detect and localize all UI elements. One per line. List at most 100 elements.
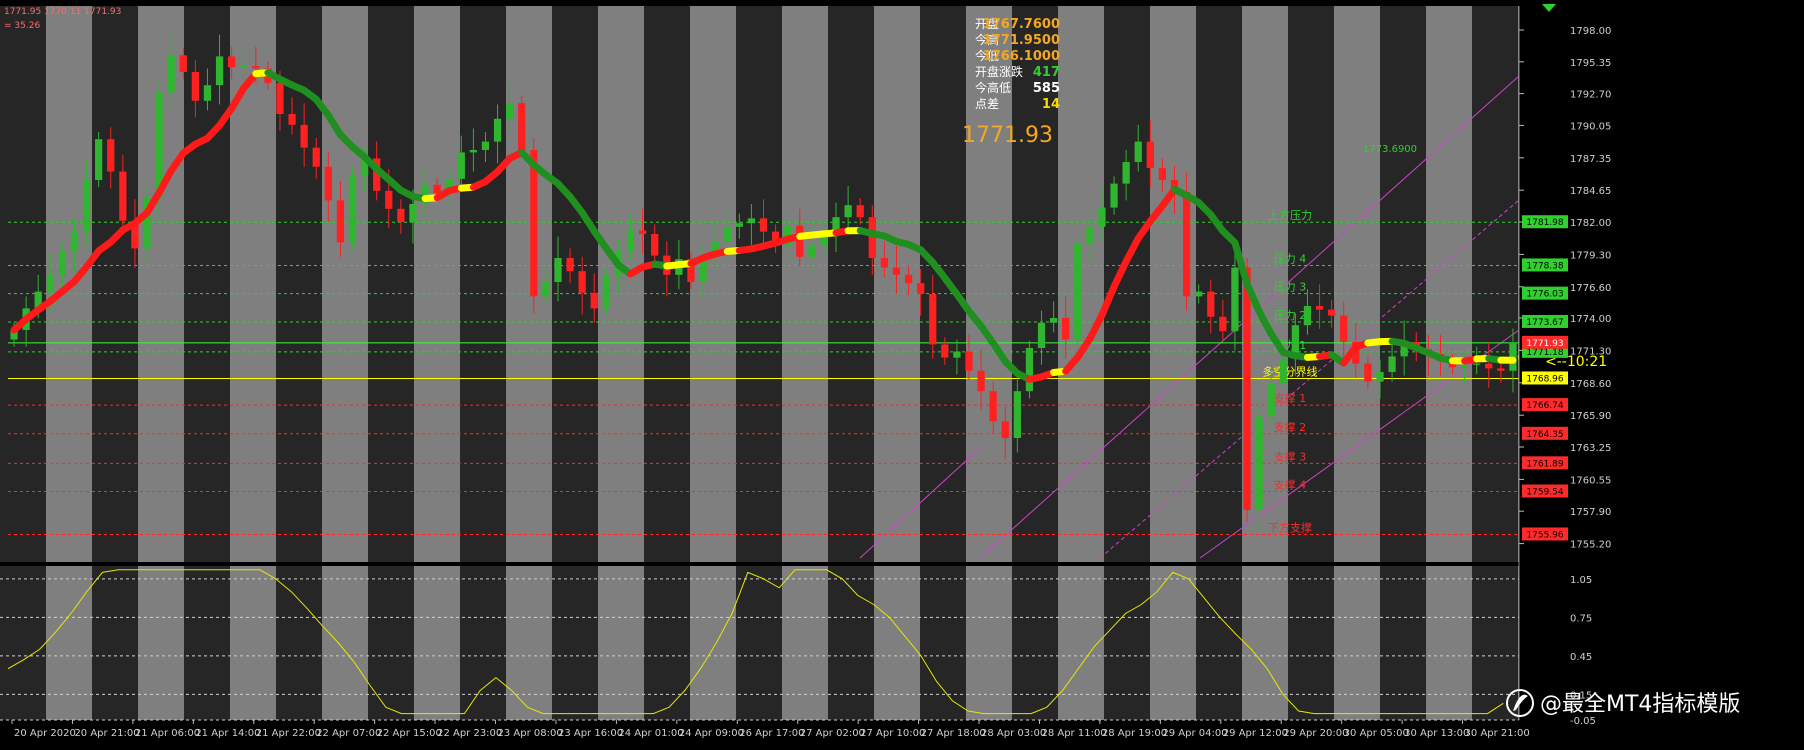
x-tick-label: 28 Apr 11:00 [1041, 728, 1106, 739]
candle-body [941, 344, 949, 358]
price-chart[interactable]: 上方压力 1781.98 压力 4 1778.38 压力 3 1776.03 压力 2 177… [0, 0, 1804, 750]
level-price-tag-text: 1761.89 [1526, 459, 1563, 469]
candle-body [1122, 162, 1130, 184]
candle-body [228, 56, 236, 68]
candle-body [578, 271, 586, 293]
session-band [782, 6, 828, 720]
candle-body [929, 294, 937, 345]
candle-body [1303, 306, 1312, 326]
candle-body [735, 223, 743, 227]
y-tick-label: 1790.05 [1570, 121, 1611, 132]
candle-body [796, 225, 804, 257]
candle-body [1025, 348, 1034, 392]
x-tick-label: 29 Apr 20:00 [1283, 728, 1348, 739]
candle-body [844, 205, 852, 218]
level-price-tag-text: 1755.96 [1526, 530, 1563, 540]
y-tick-label: 1774.00 [1570, 314, 1611, 325]
candle-body [953, 351, 961, 358]
session-band [1012, 6, 1058, 720]
session-band [46, 6, 92, 720]
candle-body [1195, 291, 1203, 297]
candle-body [759, 218, 768, 232]
candle-body [1146, 141, 1154, 168]
candle-body [481, 141, 490, 150]
panel-divider [0, 562, 1519, 566]
candle-body [651, 234, 659, 256]
candle-body [324, 166, 332, 201]
y-tick-label: 1760.55 [1570, 475, 1611, 486]
candle-body [397, 208, 405, 222]
session-band [460, 6, 506, 720]
session-band [368, 6, 414, 720]
y-tick-label: 1779.30 [1570, 250, 1611, 261]
candle-body [493, 118, 502, 142]
sub-y-label: -0.05 [1570, 716, 1596, 727]
x-tick-label: 28 Apr 03:00 [981, 728, 1046, 739]
x-tick-label: 29 Apr 12:00 [1223, 728, 1288, 739]
candle-body [1182, 192, 1191, 297]
candle-body [1001, 421, 1009, 438]
candle-body [1473, 363, 1481, 365]
candle-body [1098, 207, 1106, 227]
candle-body [240, 66, 248, 68]
candle-body [70, 231, 79, 252]
level-price-tag-text: 1759.54 [1526, 488, 1563, 498]
candle-body [58, 252, 67, 275]
info-value: 1767.7600 [983, 17, 1060, 32]
candle-body [1037, 322, 1046, 348]
candle-body [638, 230, 647, 234]
candle-body [590, 292, 598, 309]
x-tick-label: 21 Apr 06:00 [135, 728, 200, 739]
candle-body [1110, 183, 1118, 208]
candle-body [1388, 356, 1396, 372]
candle-body [457, 152, 465, 179]
sub-y-label: 1.05 [1570, 575, 1592, 586]
candle-body [312, 147, 320, 167]
level-label: 支撑 4 [1274, 478, 1307, 492]
candle-body [892, 267, 901, 275]
x-tick-label: 20 Apr 21:00 [74, 728, 139, 739]
x-tick-label: 27 Apr 10:00 [860, 728, 925, 739]
candle-body [832, 217, 840, 231]
candle-body [880, 258, 889, 268]
level-label: 支撑 1 [1274, 391, 1307, 405]
y-tick-label: 1776.60 [1570, 283, 1611, 294]
level-price-tag-text: 1778.38 [1526, 261, 1563, 271]
session-band [736, 6, 782, 720]
info-value: 1771.9500 [983, 33, 1060, 48]
time-axis: 20 Apr 202020 Apr 21:0021 Apr 06:0021 Ap… [0, 720, 1804, 750]
candle-body [300, 124, 308, 148]
candle-body [1049, 318, 1058, 323]
candle-body [1497, 368, 1505, 371]
candle-body [288, 114, 296, 125]
candle-body [626, 230, 635, 251]
x-tick-label: 23 Apr 16:00 [558, 728, 623, 739]
level-price-tag-text: 1766.74 [1526, 401, 1563, 411]
candle-body [989, 391, 997, 422]
candle-body [1328, 309, 1336, 316]
y-tick-label: 1755.20 [1570, 540, 1611, 551]
level-label: 压力 3 [1274, 281, 1307, 294]
session-band [690, 6, 736, 720]
candle-body [252, 66, 260, 69]
level-price-tag-text: 1773.67 [1526, 318, 1563, 328]
session-band [552, 6, 598, 720]
candle-body [119, 171, 127, 221]
candle-body [856, 205, 864, 218]
header-ohlc: 1771.95 1770.11 1771.93 [4, 7, 121, 17]
candle-body [723, 226, 731, 242]
y-tick-label: 1784.65 [1570, 186, 1611, 197]
session-band [644, 6, 690, 720]
candle-body [904, 274, 913, 284]
x-tick-label: 24 Apr 01:00 [618, 728, 683, 739]
level-price-tag-text: 1768.96 [1526, 374, 1563, 384]
candle-body [95, 139, 103, 180]
candle-body [82, 180, 91, 232]
big-price: 1771.93 [962, 123, 1053, 148]
candle-body [566, 258, 574, 272]
level-label: 压力 4 [1274, 252, 1307, 265]
level-price-tag-text: 1781.98 [1526, 218, 1563, 228]
candle-body [1267, 384, 1275, 417]
y-tick-label: 1768.60 [1570, 379, 1611, 390]
candle-body [1231, 267, 1239, 332]
